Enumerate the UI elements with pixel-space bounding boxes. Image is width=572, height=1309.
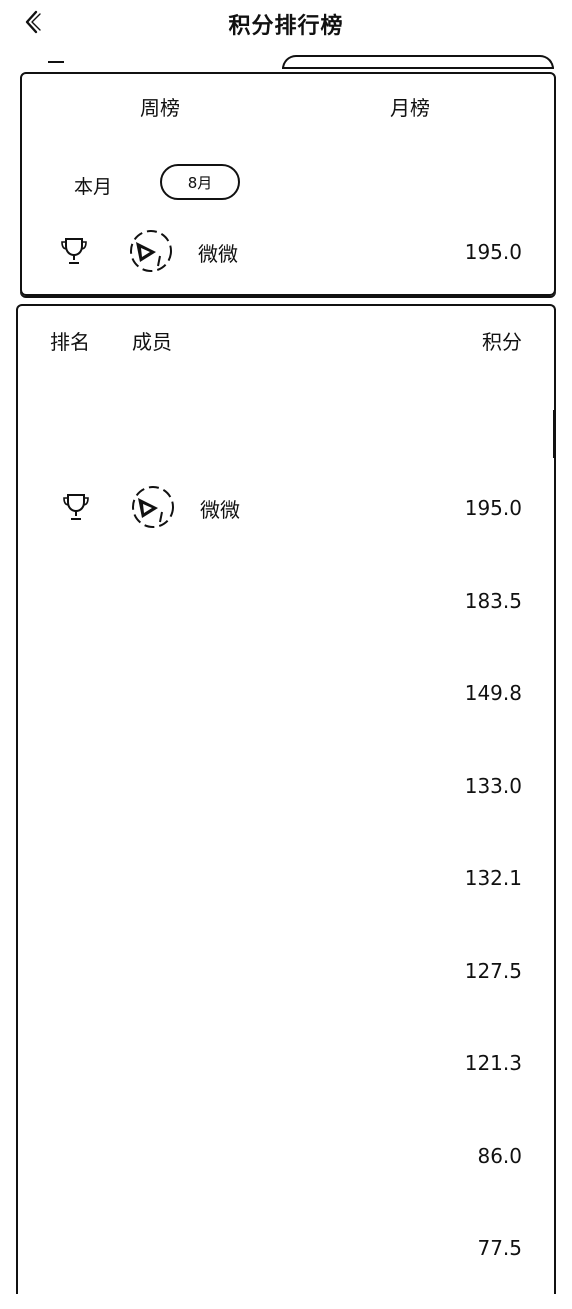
- month-selector-value: 8月: [187, 173, 213, 192]
- header-bar: 积分排行榜: [0, 0, 572, 48]
- avatar-icon: [130, 230, 172, 272]
- avatar-icon: [132, 486, 174, 528]
- scrollbar[interactable]: [553, 410, 556, 458]
- my-rank-row: 微微 195.0: [22, 226, 554, 276]
- tab-monthly[interactable]: 月榜: [390, 92, 430, 121]
- table-row[interactable]: 77.5: [18, 1216, 554, 1309]
- trophy-icon: [63, 494, 89, 520]
- member-score: 149.8: [464, 681, 522, 705]
- member-score: 121.3: [464, 1051, 522, 1075]
- member-score: 77.5: [477, 1236, 522, 1260]
- table-row[interactable]: 132.1: [18, 846, 554, 939]
- period-label: 本月: [74, 176, 113, 198]
- table-row[interactable]: 86.0: [18, 1124, 554, 1217]
- table-row[interactable]: 微微 195.0: [18, 476, 554, 569]
- member-score: 132.1: [464, 866, 522, 890]
- member-score: 195.0: [464, 496, 522, 520]
- column-header-member: 成员: [132, 330, 172, 354]
- member-score: 127.5: [464, 958, 522, 983]
- column-header-score: 积分: [482, 330, 522, 354]
- table-row[interactable]: 149.8: [18, 661, 554, 754]
- trophy-icon: [61, 238, 87, 264]
- my-name: 微微: [198, 242, 238, 266]
- table-row[interactable]: 121.3: [18, 1031, 554, 1124]
- summary-card: 周榜 月榜 本月 8月 微微 195.0: [20, 72, 556, 296]
- table-row[interactable]: 127.5: [18, 939, 554, 1032]
- tab-weekly[interactable]: 周榜: [140, 92, 180, 121]
- divider: [48, 61, 64, 63]
- leaderboard-card: 排名 成员 积分 微微 195.0 183.5 149.8 133.0 132.…: [16, 304, 556, 1294]
- column-header-rank: 排名: [50, 330, 90, 354]
- my-score: 195.0: [464, 240, 522, 264]
- table-row[interactable]: 183.5: [18, 569, 554, 662]
- decorative-tab-outline: [282, 55, 554, 69]
- member-score: 183.5: [464, 588, 522, 613]
- member-score: 86.0: [477, 1143, 522, 1168]
- month-selector[interactable]: 8月: [160, 164, 240, 200]
- member-name: 微微: [200, 498, 240, 522]
- member-score: 133.0: [464, 773, 522, 798]
- page-title: 积分排行榜: [228, 14, 344, 39]
- leaderboard-list: 微微 195.0 183.5 149.8 133.0 132.1 127.5 1…: [18, 476, 554, 1309]
- table-row[interactable]: 133.0: [18, 754, 554, 847]
